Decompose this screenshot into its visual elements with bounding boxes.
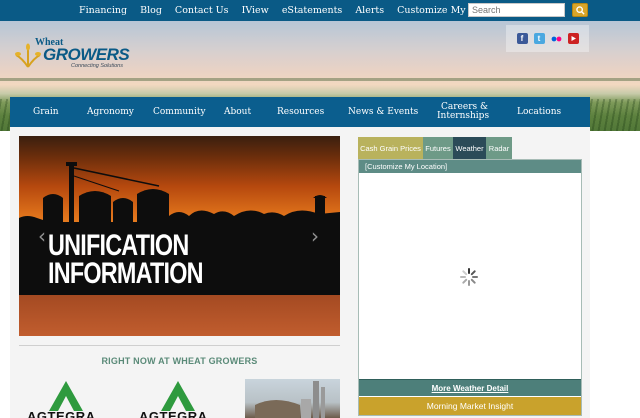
estatements-link[interactable]: eStatements [282,5,343,16]
main-navigation: Grain Agronomy Community About Resources… [10,97,590,127]
contact-us-link[interactable]: Contact Us [175,5,229,16]
tab-weather[interactable]: Weather [453,137,486,159]
promo-tile-agtegra-1[interactable]: AGTEGRA [19,379,112,418]
slider-next-arrow-icon[interactable]: › [307,226,323,246]
nav-careers-line2[interactable]: Internships [437,112,489,121]
more-weather-detail-button[interactable]: More Weather Detail [359,379,581,396]
facebook-icon[interactable]: f [516,33,528,44]
nav-locations[interactable]: Locations [517,108,561,117]
search-input[interactable] [468,3,565,17]
agtegra-logo-icon [49,381,83,411]
tab-futures[interactable]: Futures [423,137,453,159]
search-button[interactable] [572,3,588,17]
blog-link[interactable]: Blog [140,5,162,16]
top-utility-bar: Financing Blog Contact Us IView eStateme… [0,0,640,21]
nav-grain[interactable]: Grain [33,108,59,117]
hero-slider[interactable]: UNIFICATION INFORMATION ‹ › [19,136,340,336]
iview-link[interactable]: IView [242,5,269,16]
promo-tile-facility-photo[interactable] [245,379,340,418]
nav-about[interactable]: About [224,108,251,117]
agtegra-wordmark: AGTEGRA [27,409,96,418]
tab-cash-grain-prices[interactable]: Cash Grain Prices [358,137,423,159]
customize-location-link[interactable]: [Customize My Location] [359,160,581,173]
slide-title-line2: INFORMATION [48,257,204,290]
grain-facility-image [255,381,325,418]
logo-growers-text: GROWERS [43,45,130,64]
section-divider [19,345,340,346]
slide-bottom-band [19,295,340,336]
slide-title-line1: UNIFICATION [48,229,189,262]
slider-prev-arrow-icon[interactable]: ‹ [34,226,50,246]
nav-news-events[interactable]: News & Events [348,108,418,117]
market-tabs: Cash Grain Prices Futures Weather Radar [358,137,512,159]
logo-tagline: Connecting Solutions [71,63,123,69]
nav-agronomy[interactable]: Agronomy [87,108,134,117]
section-heading: RIGHT NOW AT WHEAT GROWERS [101,356,258,366]
grain-elevator-silhouette [19,162,340,226]
social-links: f t [506,25,589,52]
promo-tile-agtegra-2[interactable]: AGTEGRA [131,379,224,418]
youtube-icon[interactable] [567,33,579,44]
financing-link[interactable]: Financing [79,5,127,16]
agtegra-wordmark: AGTEGRA [139,409,208,418]
nav-resources[interactable]: Resources [277,108,324,117]
weather-widget: [Customize My Location] More Weather Det… [358,159,582,416]
search-icon [575,5,585,15]
slide-title: UNIFICATION INFORMATION [48,229,204,290]
tab-radar[interactable]: Radar [486,137,512,159]
nav-community[interactable]: Community [153,108,206,117]
horizon-line [0,78,640,81]
morning-market-insight-button[interactable]: Morning Market Insight [359,397,581,415]
agtegra-logo-icon [161,381,195,411]
loading-spinner-icon [460,268,478,286]
wheat-growers-logo[interactable]: Wheat GROWERS Connecting Solutions [14,37,130,71]
twitter-icon[interactable]: t [533,33,545,44]
flickr-icon[interactable] [551,33,562,44]
alerts-link[interactable]: Alerts [355,5,384,16]
